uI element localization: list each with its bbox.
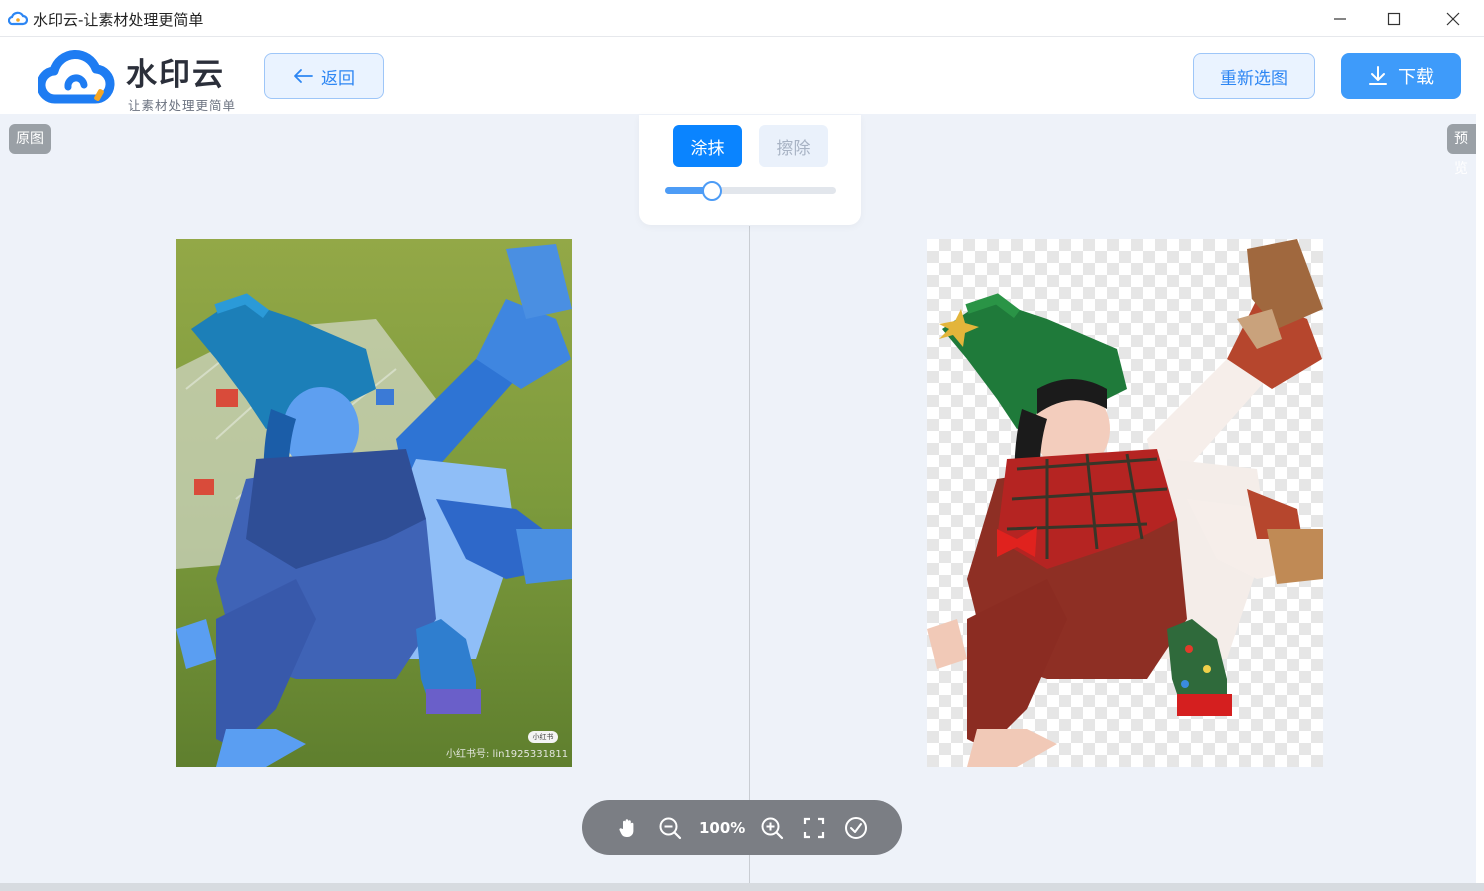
hand-icon [619, 818, 634, 837]
watermark-text: 小红书号: lin1925331811 [446, 749, 569, 760]
window-titlebar: 水印云-让素材处理更简单 [0, 0, 1484, 37]
logo-cloud-icon [38, 49, 115, 104]
horizontal-scrollbar[interactable] [0, 883, 1484, 891]
preview-image[interactable] [927, 239, 1323, 767]
confirm-button[interactable] [843, 815, 869, 841]
confirm-icon [845, 816, 867, 839]
zoom-in-icon [761, 817, 784, 839]
zoom-in-button[interactable] [759, 815, 785, 841]
maximize-button[interactable] [1371, 0, 1417, 37]
zoom-level: 100% [699, 818, 746, 837]
download-icon [1369, 66, 1387, 85]
erase-mode-button[interactable]: 擦除 [759, 125, 828, 167]
smear-mode-button[interactable]: 涂抹 [673, 125, 742, 167]
close-icon [1446, 12, 1460, 25]
minimize-icon [1334, 17, 1346, 20]
download-button-label: 下载 [1398, 67, 1434, 88]
brush-size-handle[interactable] [702, 181, 723, 201]
compare-divider [749, 226, 750, 886]
reselect-image-button[interactable]: 重新选图 [1193, 53, 1315, 99]
fullscreen-icon [803, 817, 825, 838]
app-cloud-icon [8, 11, 28, 26]
original-tag: 原图 [9, 124, 51, 154]
zoom-out-icon [659, 817, 682, 839]
zoom-toolbar: 100% [582, 800, 902, 855]
back-button[interactable]: 返回 [264, 53, 384, 99]
back-button-label: 返回 [321, 68, 355, 89]
fullscreen-button[interactable] [801, 815, 827, 841]
preview-photo [927, 239, 1323, 767]
close-button[interactable] [1430, 0, 1476, 37]
maximize-icon [1387, 12, 1401, 25]
arrow-left-icon [294, 69, 313, 83]
brand-slogan: 让素材处理更简单 [128, 98, 237, 113]
app-header: 水印云 让素材处理更简单 返回 重新选图 下载 [0, 37, 1484, 114]
brush-size-slider[interactable] [665, 181, 836, 201]
brand-logo: 水印云 让素材处理更简单 [38, 47, 238, 113]
minimize-button[interactable] [1317, 0, 1363, 37]
hand-tool-button[interactable] [615, 815, 641, 841]
window-title: 水印云-让素材处理更简单 [33, 11, 204, 29]
watermark-badge: 小红书 [528, 731, 558, 743]
brush-tool-panel: 涂抹 擦除 [639, 115, 861, 225]
reselect-button-label: 重新选图 [1220, 68, 1288, 89]
original-image[interactable]: 小红书 小红书号: lin1925331811 [176, 239, 572, 767]
vertical-scrollbar[interactable] [1476, 37, 1484, 883]
brand-name: 水印云 [126, 57, 225, 93]
original-photo [176, 239, 572, 767]
download-button[interactable]: 下载 [1341, 53, 1461, 99]
zoom-out-button[interactable] [657, 815, 683, 841]
